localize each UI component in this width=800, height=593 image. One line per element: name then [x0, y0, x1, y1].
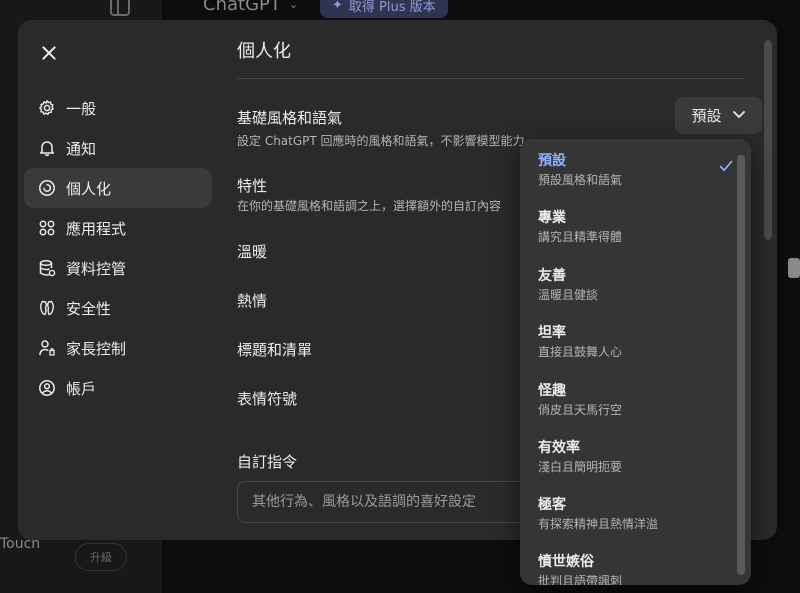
toggle-headers-lists-label: 標題和清單: [237, 341, 313, 359]
base-style-label: 基礎風格和語氣: [237, 109, 343, 127]
sidebar-item-label: 個人化: [66, 179, 112, 198]
toggle-warm-label: 溫暖: [237, 243, 268, 261]
dropdown-option-title: 預設: [538, 153, 566, 169]
database-icon: [38, 259, 56, 277]
dropdown-option-desc: 俏皮且天馬行空: [538, 403, 623, 417]
dropdown-option-desc: 講究且精準得體: [538, 230, 623, 244]
modal-scrollbar[interactable]: [764, 40, 772, 240]
sidebar-item-label: 帳戶: [66, 379, 97, 398]
dropdown-option-desc: 有探索精神且熱情洋溢: [538, 517, 659, 531]
sidebar-item-label: 通知: [66, 139, 97, 158]
app-title: ChatGPT: [203, 0, 281, 15]
sidebar-item-label: 應用程式: [66, 219, 127, 238]
side-edge-icon: [788, 258, 800, 278]
dropdown-option[interactable]: 怪趣 俏皮且天馬行空: [538, 382, 728, 419]
account-icon: [38, 379, 56, 397]
sidebar-item-1[interactable]: 通知: [24, 128, 212, 168]
dropdown-option-title: 友善: [538, 268, 566, 284]
sidebar-item-7[interactable]: 帳戶: [24, 368, 212, 408]
dropdown-option-desc: 批判且語帶諷刺: [538, 574, 623, 585]
dropdown-option-title: 有效率: [538, 440, 580, 456]
dropdown-option[interactable]: 極客有探索精神且熱情洋溢: [538, 496, 728, 533]
dropdown-option-title: 怪趣: [538, 383, 566, 399]
upgrade-button[interactable]: 升級: [75, 543, 127, 571]
dropdown-option-title: 專業: [538, 210, 566, 226]
custom-instructions-label: 自訂指令: [237, 453, 298, 471]
bell-icon: [38, 139, 56, 157]
get-plus-label: 取得 Plus 版本: [348, 0, 436, 15]
sidebar-item-label: 家長控制: [66, 339, 127, 358]
sidebar-item-4[interactable]: 資料控管: [24, 248, 212, 288]
dropdown-scrollbar[interactable]: [737, 155, 745, 575]
dropdown-option[interactable]: 憤世嫉俗批判且語帶諷刺: [538, 553, 728, 585]
dropdown-option-desc: 直接且鼓舞人心: [538, 345, 623, 359]
sparkle-icon: ✦: [332, 0, 343, 13]
apps-grid-icon: [38, 219, 56, 237]
toggle-enthusiastic-label: 熱情: [237, 292, 268, 310]
sidebar-item-0[interactable]: 一般: [24, 88, 212, 128]
base-style-select[interactable]: 預設: [675, 97, 762, 134]
toggle-emoji-label: 表情符號: [237, 390, 298, 408]
chevron-down-icon: [732, 107, 746, 125]
sidebar-toggle-icon[interactable]: [110, 0, 130, 16]
get-plus-button[interactable]: ✦ 取得 Plus 版本: [320, 0, 448, 18]
base-style-select-value: 預設: [691, 107, 722, 125]
sidebar-item-2[interactable]: 個人化: [24, 168, 212, 208]
traits-label: 特性: [237, 177, 268, 195]
sidebar-item-label: 資料控管: [66, 259, 127, 278]
base-style-desc: 設定 ChatGPT 回應時的風格和語氣，不影響模型能力。: [237, 134, 537, 148]
sidebar-item-3[interactable]: 應用程式: [24, 208, 212, 248]
divider: [237, 78, 744, 79]
settings-nav-list: 一般通知個人化應用程式資料控管安全性家長控制帳戶: [24, 88, 212, 408]
checkmark-icon: [718, 158, 734, 174]
parent-user-icon: [38, 339, 56, 357]
sidebar-item-6[interactable]: 家長控制: [24, 328, 212, 368]
dropdown-option-title: 憤世嫉俗: [538, 554, 594, 570]
dropdown-option[interactable]: 專業 講究且精準得體: [538, 209, 728, 246]
personalization-icon: [38, 179, 56, 197]
sidebar-item-5[interactable]: 安全性: [24, 288, 212, 328]
sidebar-item-label: 一般: [66, 99, 97, 118]
style-dropdown-menu: 預設預設風格和語氣 專業講究且精準得體 友善溫暖且健談坦率直接且鼓舞人心 怪趣俏皮且天…: [520, 139, 751, 585]
security-icon: [38, 299, 56, 317]
dropdown-option-desc: 預設風格和語氣: [538, 173, 623, 187]
page-title: 個人化: [237, 41, 291, 62]
custom-instructions-input[interactable]: [237, 481, 537, 523]
dropdown-option-title: 極客: [538, 497, 566, 513]
close-icon[interactable]: [38, 42, 60, 64]
dropdown-option[interactable]: 坦率 直接且鼓舞人心: [538, 324, 728, 361]
dropdown-option-title: 坦率: [538, 325, 566, 341]
dropdown-option[interactable]: 預設 預設風格和語氣: [538, 152, 733, 189]
gear-icon: [38, 99, 56, 117]
dropdown-option[interactable]: 友善 溫暖且健談: [538, 267, 728, 304]
dropdown-option[interactable]: 有效率淺白且簡明扼要: [538, 439, 728, 476]
model-selector[interactable]: ChatGPT ⌄: [203, 0, 298, 15]
traits-desc: 在你的基礎風格和語調之上，選擇額外的自訂內容: [237, 199, 502, 213]
chevron-down-icon: ⌄: [288, 0, 299, 11]
sidebar-item-label: 安全性: [66, 299, 112, 318]
dropdown-option-desc: 淺白且簡明扼要: [538, 460, 623, 474]
dropdown-option-desc: 溫暖且健談: [538, 288, 599, 302]
settings-nav: 一般通知個人化應用程式資料控管安全性家長控制帳戶: [18, 20, 220, 540]
